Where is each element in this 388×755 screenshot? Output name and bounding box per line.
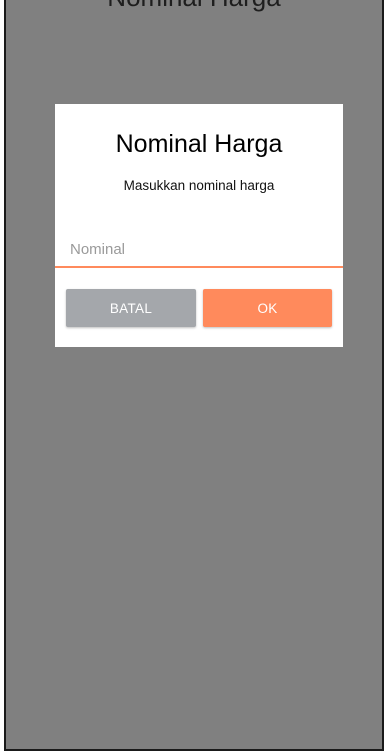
nominal-input[interactable] (55, 232, 343, 268)
dialog-title: Nominal Harga (115, 130, 283, 158)
cancel-button[interactable]: BATAL (66, 289, 196, 327)
background-title: Nominal Harga (6, 0, 382, 13)
screen: Nominal Harga Nominal Harga Masukkan nom… (0, 0, 388, 755)
ok-button[interactable]: OK (203, 289, 332, 327)
dialog-message: Masukkan nominal harga (123, 178, 275, 193)
price-dialog: Nominal Harga Masukkan nominal harga BAT… (55, 104, 343, 347)
